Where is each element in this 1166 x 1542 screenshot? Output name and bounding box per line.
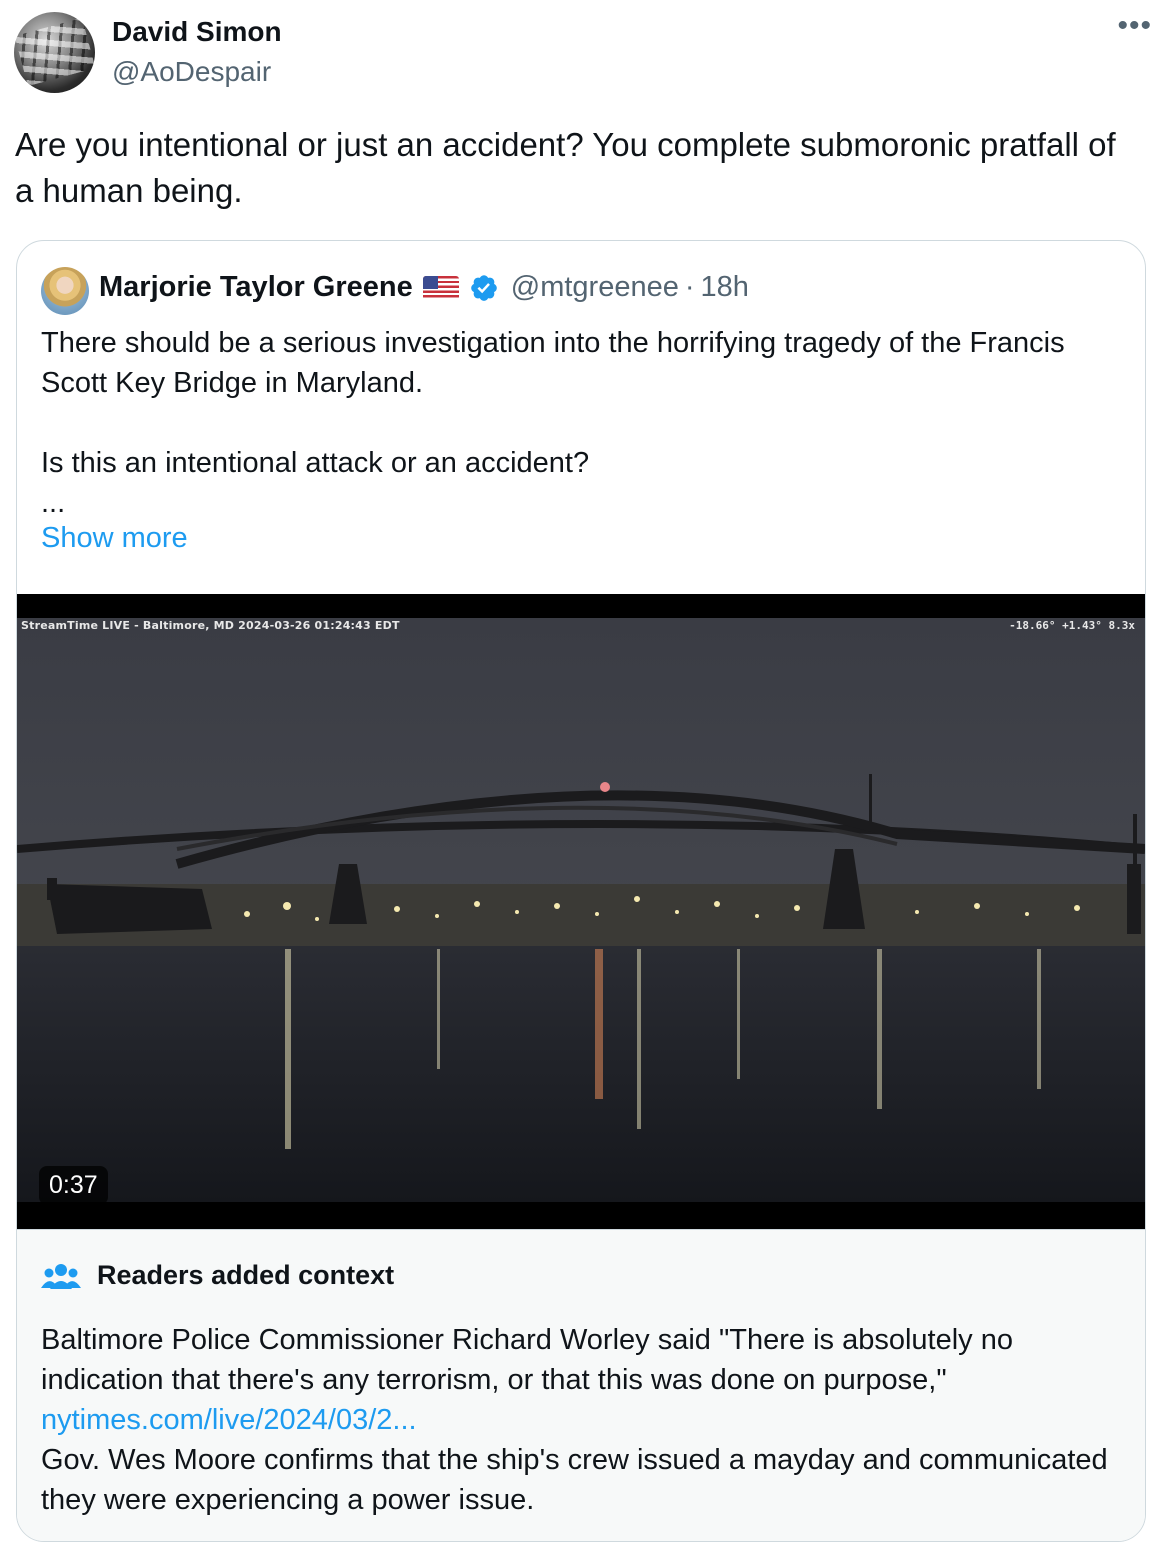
quoted-tweet[interactable]: Marjorie Taylor Greene @mtgreenee · 18h … [16,240,1146,1542]
video-frame [17,594,1145,1229]
community-notes-panel: Readers added context Baltimore Police C… [17,1229,1145,1541]
more-options-icon[interactable]: ••• [1117,11,1152,41]
community-notes-header: Readers added context [41,1260,394,1291]
quoted-text-ellipsis: ... [41,487,66,519]
quoted-text-paragraph-2: Is this an intentional attack or an acci… [41,447,590,479]
author-avatar[interactable] [14,12,95,93]
quoted-text-paragraph-1: There should be a serious investigation … [41,327,1065,399]
quoted-author-avatar[interactable] [41,267,89,315]
separator-dot: · [684,271,695,303]
quoted-author-name[interactable]: Marjorie Taylor Greene [99,271,413,304]
video-overlay-telemetry: -18.66° +1.43° 8.3x [1009,619,1135,632]
verified-badge-icon [470,274,497,301]
quoted-author-handle[interactable]: @mtgreenee [511,271,679,304]
note-source-link[interactable]: nytimes.com/live/2024/03/2... [41,1404,417,1436]
author-name[interactable]: David Simon [112,16,282,48]
note-paragraph-1: Baltimore Police Commissioner Richard Wo… [41,1324,1013,1396]
video-duration-badge: 0:37 [39,1166,108,1205]
quoted-tweet-header: Marjorie Taylor Greene @mtgreenee · 18h [99,271,749,304]
quoted-tweet-text: There should be a serious investigation … [41,323,1121,523]
us-flag-icon [422,275,459,300]
video-player[interactable]: StreamTime LIVE - Baltimore, MD 2024-03-… [17,594,1145,1229]
note-paragraph-2: Gov. Wes Moore confirms that the ship's … [41,1444,1108,1516]
show-more-link[interactable]: Show more [41,522,188,555]
community-notes-body: Baltimore Police Commissioner Richard Wo… [41,1320,1121,1520]
readers-people-icon [41,1263,81,1289]
community-notes-heading: Readers added context [97,1260,395,1290]
video-overlay-caption: StreamTime LIVE - Baltimore, MD 2024-03-… [21,619,400,632]
quoted-tweet-time[interactable]: 18h [701,271,749,304]
author-handle[interactable]: @AoDespair [112,56,271,88]
tweet-text: Are you intentional or just an accident?… [15,126,1116,209]
